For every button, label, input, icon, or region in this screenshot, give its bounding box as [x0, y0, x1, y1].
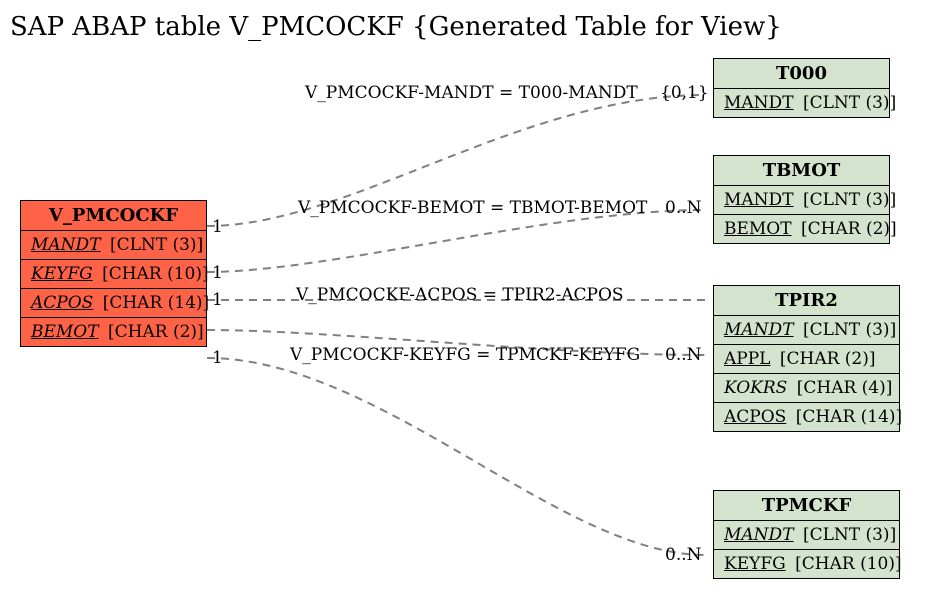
cardinality-left: 1 [212, 348, 223, 368]
cardinality-right: {0,1} [660, 83, 709, 103]
cardinality-left: 1 [212, 263, 223, 283]
cardinality-right: 0..N [665, 545, 702, 565]
table-header: T000 [714, 59, 889, 89]
table-tpmckf: TPMCKF MANDT [CLNT (3)] KEYFG [CHAR (10)… [713, 490, 900, 579]
table-row: KOKRS [CHAR (4)] [714, 374, 899, 403]
table-header: TBMOT [714, 156, 889, 186]
table-v-pmcockf: V_PMCOCKF MANDT [CLNT (3)] KEYFG [CHAR (… [20, 200, 207, 347]
cardinality-left: 1 [212, 217, 223, 237]
table-t000: T000 MANDT [CLNT (3)] [713, 58, 890, 118]
table-row: MANDT [CLNT (3)] [21, 231, 206, 260]
table-row: KEYFG [CHAR (10)] [21, 260, 206, 289]
table-row: MANDT [CLNT (3)] [714, 186, 889, 215]
relation-label: V_PMCOCKF-KEYFG = TPMCKF-KEYFG [290, 345, 640, 365]
table-header: V_PMCOCKF [21, 201, 206, 231]
table-row: BEMOT [CHAR (2)] [21, 318, 206, 346]
table-row: MANDT [CLNT (3)] [714, 89, 889, 117]
table-tbmot: TBMOT MANDT [CLNT (3)] BEMOT [CHAR (2)] [713, 155, 890, 244]
cardinality-left: 1 [212, 290, 223, 310]
table-tpir2: TPIR2 MANDT [CLNT (3)] APPL [CHAR (2)] K… [713, 285, 900, 432]
table-row: MANDT [CLNT (3)] [714, 521, 899, 550]
page-title: SAP ABAP table V_PMCOCKF {Generated Tabl… [10, 12, 782, 42]
relation-label: V_PMCOCKF-BEMOT = TBMOT-BEMOT [298, 198, 647, 218]
relation-label: V_PMCOCKF-ACPOS = TPIR2-ACPOS [296, 285, 624, 305]
table-header: TPMCKF [714, 491, 899, 521]
cardinality-right: 0..N [665, 345, 702, 365]
table-header: TPIR2 [714, 286, 899, 316]
relation-label: V_PMCOCKF-MANDT = T000-MANDT [305, 83, 638, 103]
cardinality-right: 0..N [665, 198, 702, 218]
table-row: BEMOT [CHAR (2)] [714, 215, 889, 243]
table-row: MANDT [CLNT (3)] [714, 316, 899, 345]
table-row: ACPOS [CHAR (14)] [714, 403, 899, 431]
table-row: KEYFG [CHAR (10)] [714, 550, 899, 578]
table-row: ACPOS [CHAR (14)] [21, 289, 206, 318]
table-row: APPL [CHAR (2)] [714, 345, 899, 374]
